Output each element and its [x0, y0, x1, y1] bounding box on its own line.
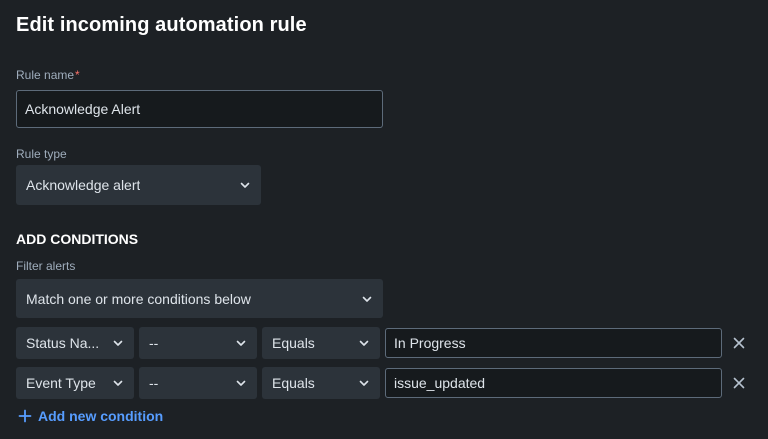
condition-operator-value: Equals	[272, 335, 315, 351]
page-title: Edit incoming automation rule	[16, 14, 307, 36]
chevron-down-icon	[236, 380, 246, 386]
plus-icon	[18, 409, 32, 423]
chevron-down-icon	[359, 380, 369, 386]
chevron-down-icon	[113, 340, 123, 346]
rule-name-input[interactable]	[16, 90, 383, 128]
close-icon	[733, 337, 745, 349]
add-new-condition-button[interactable]: Add new condition	[18, 408, 163, 424]
chevron-down-icon	[362, 296, 372, 302]
rule-name-label-text: Rule name	[16, 68, 75, 82]
condition-value-input[interactable]	[385, 328, 722, 358]
condition-prefix-value: --	[149, 335, 159, 351]
match-mode-select[interactable]: Match one or more conditions below	[16, 279, 383, 318]
condition-operator-select[interactable]: Equals	[262, 327, 380, 359]
match-mode-value: Match one or more conditions below	[26, 290, 251, 307]
rule-type-value: Acknowledge alert	[26, 177, 141, 193]
required-marker: *	[75, 68, 80, 82]
condition-prefix-select[interactable]: --	[139, 327, 257, 359]
condition-operator-value: Equals	[272, 375, 315, 391]
close-icon	[733, 377, 745, 389]
add-conditions-heading: ADD CONDITIONS	[16, 231, 139, 247]
condition-field-select[interactable]: Status Na...	[16, 327, 134, 359]
rule-type-select[interactable]: Acknowledge alert	[16, 165, 261, 205]
condition-operator-select[interactable]: Equals	[262, 367, 380, 399]
chevron-down-icon	[359, 340, 369, 346]
chevron-down-icon	[113, 380, 123, 386]
condition-prefix-value: --	[149, 375, 159, 391]
remove-condition-button[interactable]	[730, 374, 748, 392]
chevron-down-icon	[236, 340, 246, 346]
rule-name-label: Rule name*	[16, 68, 80, 82]
condition-field-value: Status Na...	[26, 335, 100, 351]
condition-value-input[interactable]	[385, 368, 722, 398]
chevron-down-icon	[240, 182, 250, 188]
condition-prefix-select[interactable]: --	[139, 367, 257, 399]
filter-alerts-label: Filter alerts	[16, 259, 76, 273]
condition-field-value: Event Type	[26, 375, 96, 391]
edit-rule-dialog: Edit incoming automation rule Rule name*…	[0, 0, 768, 439]
rule-type-label: Rule type	[16, 147, 67, 161]
condition-field-select[interactable]: Event Type	[16, 367, 134, 399]
remove-condition-button[interactable]	[730, 334, 748, 352]
add-new-condition-label: Add new condition	[38, 408, 164, 424]
